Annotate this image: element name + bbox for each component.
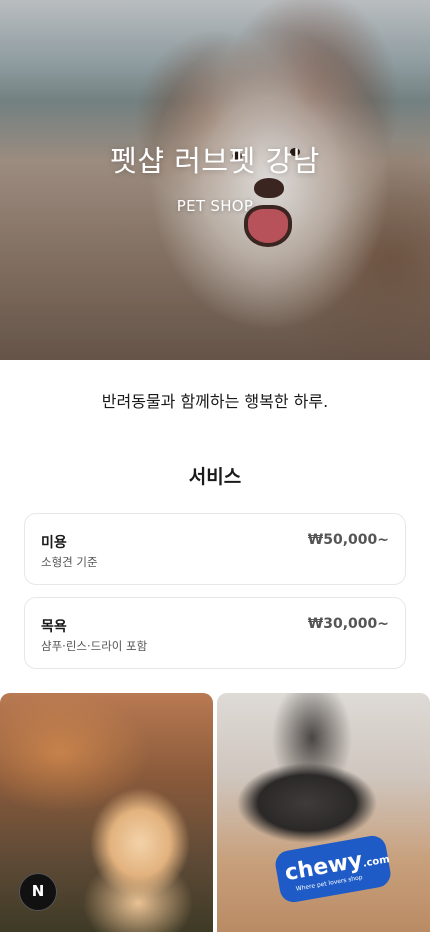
next-js-badge-button[interactable]: N — [19, 873, 57, 911]
hero-banner: 펫샵 러브펫 강남 PET SHOP — [0, 0, 430, 360]
service-name: 목욕 — [41, 619, 67, 635]
service-description: 샴푸·린스·드라이 포함 — [41, 639, 148, 653]
service-price: ₩50,000~ — [307, 532, 389, 548]
hero-dog-image — [254, 178, 284, 198]
hero-subtitle: PET SHOP — [176, 197, 254, 215]
page-title: 펫샵 러브펫 강남 — [110, 144, 320, 178]
service-name: 미용 — [41, 535, 67, 551]
service-card-grooming[interactable]: 미용 소형견 기준 ₩50,000~ — [24, 513, 406, 585]
services-title: 서비스 — [188, 466, 242, 488]
tagline: 반려동물과 함께하는 행복한 하루. — [101, 392, 329, 411]
service-card-bath[interactable]: 목욕 샴푸·린스·드라이 포함 ₩30,000~ — [24, 597, 406, 669]
service-description: 소형견 기준 — [41, 555, 98, 569]
service-price: ₩30,000~ — [307, 616, 389, 632]
gallery-photo-dog-chewy[interactable]: chewy.com Where pet lovers shop — [217, 693, 430, 932]
chewy-box-image: chewy.com Where pet lovers shop — [273, 833, 393, 905]
